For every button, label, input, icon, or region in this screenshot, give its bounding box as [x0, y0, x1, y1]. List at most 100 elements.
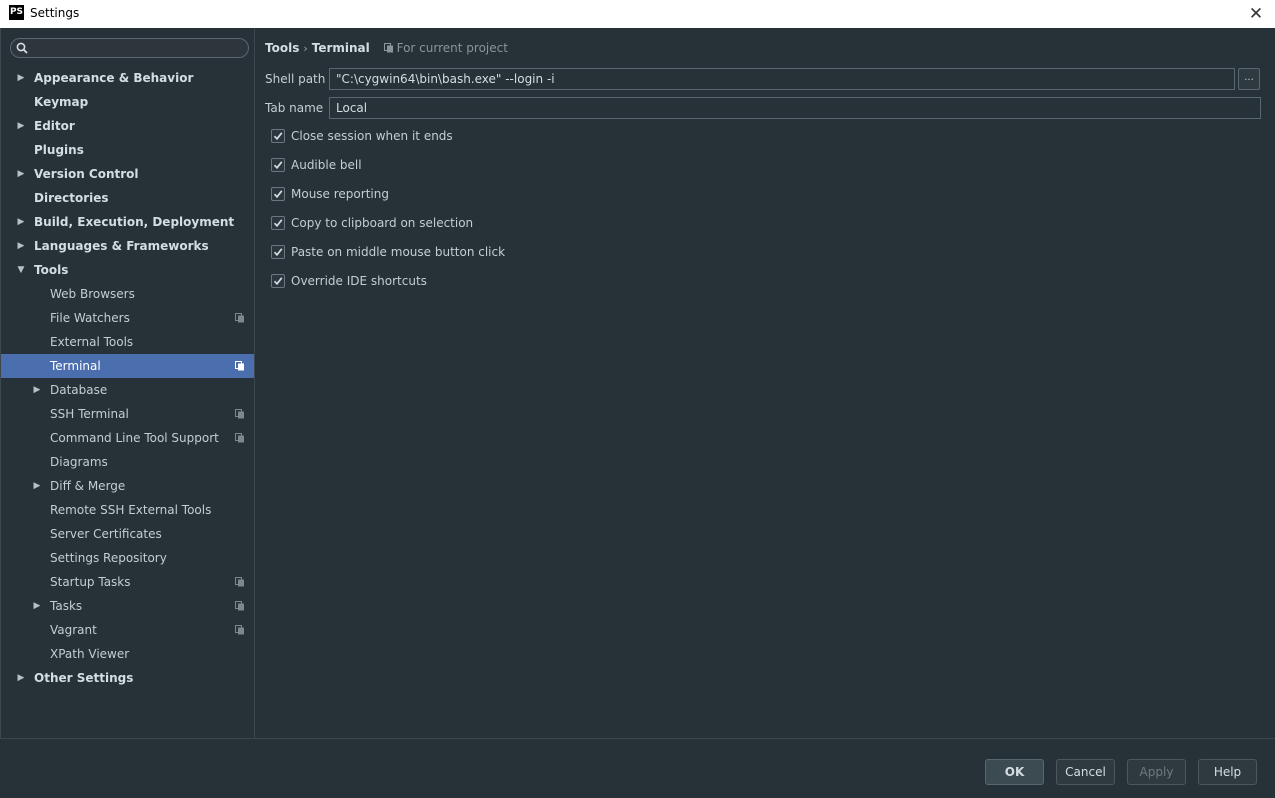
sidebar-item[interactable]: ▶ Version Control	[1, 162, 254, 186]
shell-path-label: Shell path	[265, 72, 326, 86]
checkbox-label: Override IDE shortcuts	[291, 274, 427, 288]
title-bar: PS Settings ✕	[0, 0, 1275, 28]
sidebar-item-label: Diagrams	[50, 455, 108, 469]
expand-arrow-right-icon[interactable]: ▶	[15, 66, 27, 90]
checkbox-label: Paste on middle mouse button click	[291, 245, 506, 259]
expand-arrow-right-icon[interactable]: ▶	[15, 210, 27, 234]
sidebar-item-label: File Watchers	[50, 311, 130, 325]
breadcrumb-parent[interactable]: Tools	[265, 41, 299, 55]
sidebar-item-label: Version Control	[34, 167, 139, 181]
tab-name-input[interactable]: Local	[329, 97, 1261, 119]
sidebar-item-label: Settings Repository	[50, 551, 167, 565]
checkbox[interactable]	[271, 245, 285, 259]
checkbox-label: Close session when it ends	[291, 129, 453, 143]
checkmark-icon	[273, 132, 283, 141]
sidebar-item[interactable]: Terminal	[1, 354, 254, 378]
sidebar-item-label: Keymap	[34, 95, 89, 109]
project-scope-text: For current project	[396, 41, 508, 55]
settings-sidebar: ▶ Appearance & Behavior Keymap ▶ Editor Plugi…	[0, 28, 254, 738]
sidebar-item[interactable]: XPath Viewer	[1, 642, 254, 666]
sidebar-item-label: Command Line Tool Support	[50, 431, 219, 445]
breadcrumb-current: Terminal	[311, 41, 370, 55]
checkbox[interactable]	[271, 274, 285, 288]
sidebar-item-label: External Tools	[50, 335, 134, 349]
checkbox[interactable]	[271, 216, 285, 230]
sidebar-item[interactable]: Server Certificates	[1, 522, 254, 546]
ok-button[interactable]: OK	[985, 759, 1044, 785]
sidebar-item[interactable]: Command Line Tool Support	[1, 426, 254, 450]
shell-path-input[interactable]: "C:\cygwin64\bin\bash.exe" --login -i	[329, 68, 1235, 90]
sidebar-item[interactable]: Settings Repository	[1, 546, 254, 570]
sidebar-item[interactable]: Web Browsers	[1, 282, 254, 306]
cancel-button[interactable]: Cancel	[1056, 759, 1115, 785]
apply-button[interactable]: Apply	[1127, 759, 1186, 785]
sidebar-item-label: Directories	[34, 191, 109, 205]
project-level-icon	[235, 313, 244, 323]
sidebar-item-label: SSH Terminal	[50, 407, 129, 421]
sidebar-item[interactable]: Remote SSH External Tools	[1, 498, 254, 522]
sidebar-item-label: Tasks	[50, 599, 83, 613]
sidebar-item[interactable]: ▶ Editor	[1, 114, 254, 138]
sidebar-item[interactable]: ▶ Build, Execution, Deployment	[1, 210, 254, 234]
expand-arrow-right-icon[interactable]: ▶	[31, 378, 43, 402]
sidebar-item-label: Database	[50, 383, 108, 397]
expand-arrow-right-icon[interactable]: ▶	[31, 474, 43, 498]
tab-name-label: Tab name	[265, 101, 324, 115]
sidebar-item[interactable]: ▶ Tasks	[1, 594, 254, 618]
sidebar-item-label: XPath Viewer	[50, 647, 130, 661]
checkbox-label: Audible bell	[291, 158, 362, 172]
checkmark-icon	[273, 219, 283, 228]
project-scope-label: For current project	[383, 41, 508, 55]
help-button[interactable]: Help	[1198, 759, 1257, 785]
sidebar-item[interactable]: ▶ Other Settings	[1, 666, 254, 690]
window-title: Settings	[30, 6, 80, 20]
sidebar-item[interactable]: ▶ Diff & Merge	[1, 474, 254, 498]
project-level-icon	[235, 361, 244, 371]
checkmark-icon	[273, 190, 283, 199]
checkmark-icon	[273, 248, 283, 257]
sidebar-item[interactable]: Startup Tasks	[1, 570, 254, 594]
checkmark-icon	[273, 277, 283, 286]
checkbox[interactable]	[271, 129, 285, 143]
expand-arrow-right-icon[interactable]: ▶	[15, 234, 27, 258]
project-level-icon	[235, 577, 244, 587]
sidebar-item-label: Startup Tasks	[50, 575, 131, 589]
expand-arrow-right-icon[interactable]: ▶	[15, 114, 27, 138]
sidebar-item[interactable]: Vagrant	[1, 618, 254, 642]
expand-arrow-right-icon[interactable]: ▶	[15, 162, 27, 186]
close-icon[interactable]: ✕	[1246, 4, 1266, 24]
sidebar-item[interactable]: ▶ Database	[1, 378, 254, 402]
sidebar-item-label: Web Browsers	[50, 287, 135, 301]
expand-arrow-right-icon[interactable]: ▶	[31, 594, 43, 618]
sidebar-item-label: Languages & Frameworks	[34, 239, 209, 253]
browse-button[interactable]: ...	[1238, 68, 1260, 90]
project-level-icon	[235, 433, 244, 443]
sidebar-item[interactable]: SSH Terminal	[1, 402, 254, 426]
sidebar-item[interactable]: Plugins	[1, 138, 254, 162]
project-level-icon	[235, 601, 244, 611]
expand-arrow-down-icon[interactable]: ▼	[15, 258, 27, 282]
checkbox[interactable]	[271, 158, 285, 172]
checkbox[interactable]	[271, 187, 285, 201]
sidebar-item-label: Diff & Merge	[50, 479, 126, 493]
sidebar-item[interactable]: Keymap	[1, 90, 254, 114]
project-level-icon	[235, 625, 244, 635]
sidebar-item-label: Terminal	[50, 359, 101, 373]
sidebar-item[interactable]: ▼ Tools	[1, 258, 254, 282]
expand-arrow-right-icon[interactable]: ▶	[15, 666, 27, 690]
sidebar-item[interactable]: ▶ Languages & Frameworks	[1, 234, 254, 258]
sidebar-item[interactable]: External Tools	[1, 330, 254, 354]
sidebar-item[interactable]: ▶ Appearance & Behavior	[1, 66, 254, 90]
checkbox-label: Copy to clipboard on selection	[291, 216, 474, 230]
sidebar-item-label: Remote SSH External Tools	[50, 503, 212, 517]
project-scope-icon	[383, 43, 393, 53]
sidebar-item[interactable]: Diagrams	[1, 450, 254, 474]
sidebar-item-label: Other Settings	[34, 671, 134, 685]
sidebar-item-label: Appearance & Behavior	[34, 71, 194, 85]
sidebar-item-label: Plugins	[34, 143, 84, 157]
checkmark-icon	[273, 161, 283, 170]
search-input[interactable]	[10, 38, 249, 58]
search-icon	[16, 42, 28, 54]
sidebar-item[interactable]: Directories	[1, 186, 254, 210]
sidebar-item[interactable]: File Watchers	[1, 306, 254, 330]
